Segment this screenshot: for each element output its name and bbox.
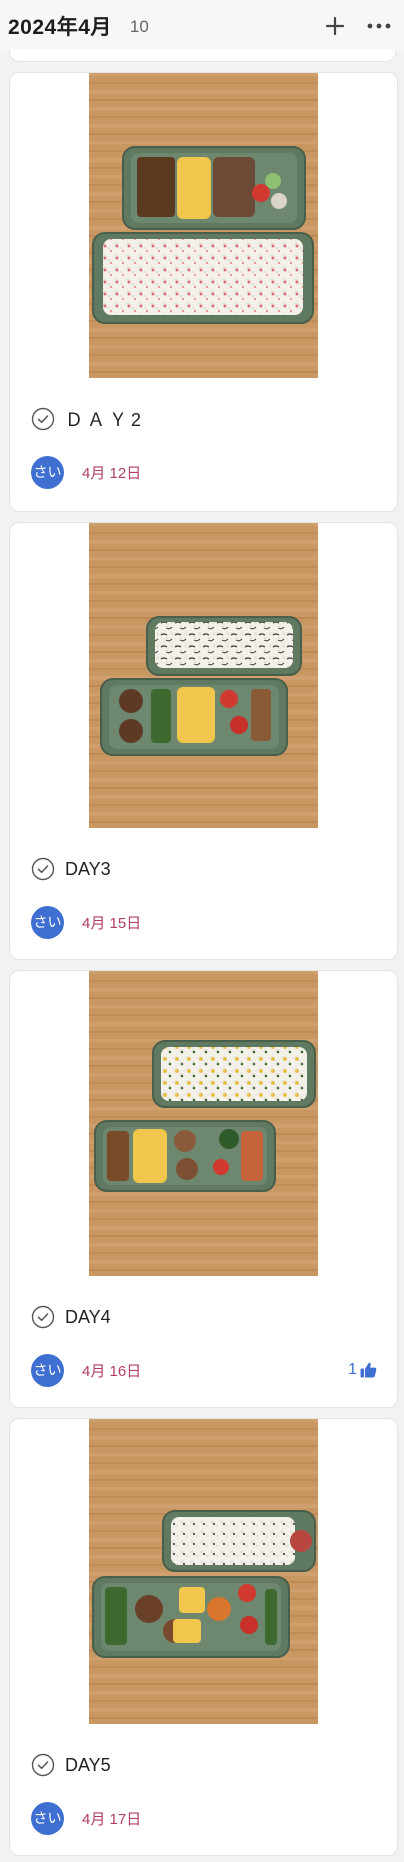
previous-card-edge: [9, 50, 396, 62]
bento-photo[interactable]: [89, 73, 318, 378]
avatar[interactable]: さい: [31, 1801, 64, 1835]
avatar[interactable]: さい: [31, 905, 64, 939]
card-title: ＤＡＹ2: [65, 410, 146, 430]
card-date: 4月 17日: [82, 1810, 142, 1828]
bento-card[interactable]: DAY3 さい 4月 15日: [9, 522, 398, 960]
card-title-row: DAY5: [31, 1752, 111, 1778]
bento-photo[interactable]: [89, 1419, 318, 1724]
bento-photo[interactable]: [89, 523, 318, 828]
app-header: 2024年4月 10: [0, 0, 404, 52]
add-button[interactable]: [318, 9, 352, 43]
card-title: DAY5: [65, 1754, 111, 1775]
page-title: 2024年4月: [8, 16, 112, 39]
bento-card[interactable]: DAY5 さい 4月 17日: [9, 1418, 398, 1856]
thumbs-up-icon: [360, 1362, 377, 1378]
card-date: 4月 12日: [82, 464, 142, 482]
card-date: 4月 16日: [82, 1362, 142, 1380]
card-date: 4月 15日: [82, 914, 142, 932]
like-count: 1: [348, 1361, 357, 1378]
check-circle-icon[interactable]: [31, 407, 55, 431]
card-meta: さい 4月 17日: [31, 1801, 377, 1835]
check-circle-icon[interactable]: [31, 857, 55, 881]
bento-card[interactable]: ＤＡＹ2 さい 4月 12日: [9, 72, 398, 512]
avatar[interactable]: さい: [31, 1353, 64, 1387]
like-button[interactable]: 1: [348, 1361, 377, 1379]
plus-icon: [325, 16, 345, 36]
bento-photo[interactable]: [89, 971, 318, 1276]
bento-card[interactable]: DAY4 さい 4月 16日 1: [9, 970, 398, 1408]
card-title: DAY4: [65, 1306, 111, 1327]
card-title-row: ＤＡＹ2: [31, 406, 145, 432]
more-button[interactable]: [362, 9, 396, 43]
check-circle-icon[interactable]: [31, 1305, 55, 1329]
card-title-row: DAY3: [31, 856, 111, 882]
more-horizontal-icon: [367, 23, 391, 29]
card-meta: さい 4月 12日: [31, 455, 377, 489]
card-title: DAY3: [65, 858, 111, 879]
card-meta: さい 4月 15日: [31, 905, 377, 939]
item-count: 10: [129, 17, 149, 36]
check-circle-icon[interactable]: [31, 1753, 55, 1777]
card-title-row: DAY4: [31, 1304, 111, 1330]
card-meta: さい 4月 16日 1: [31, 1353, 377, 1387]
avatar[interactable]: さい: [31, 455, 64, 489]
